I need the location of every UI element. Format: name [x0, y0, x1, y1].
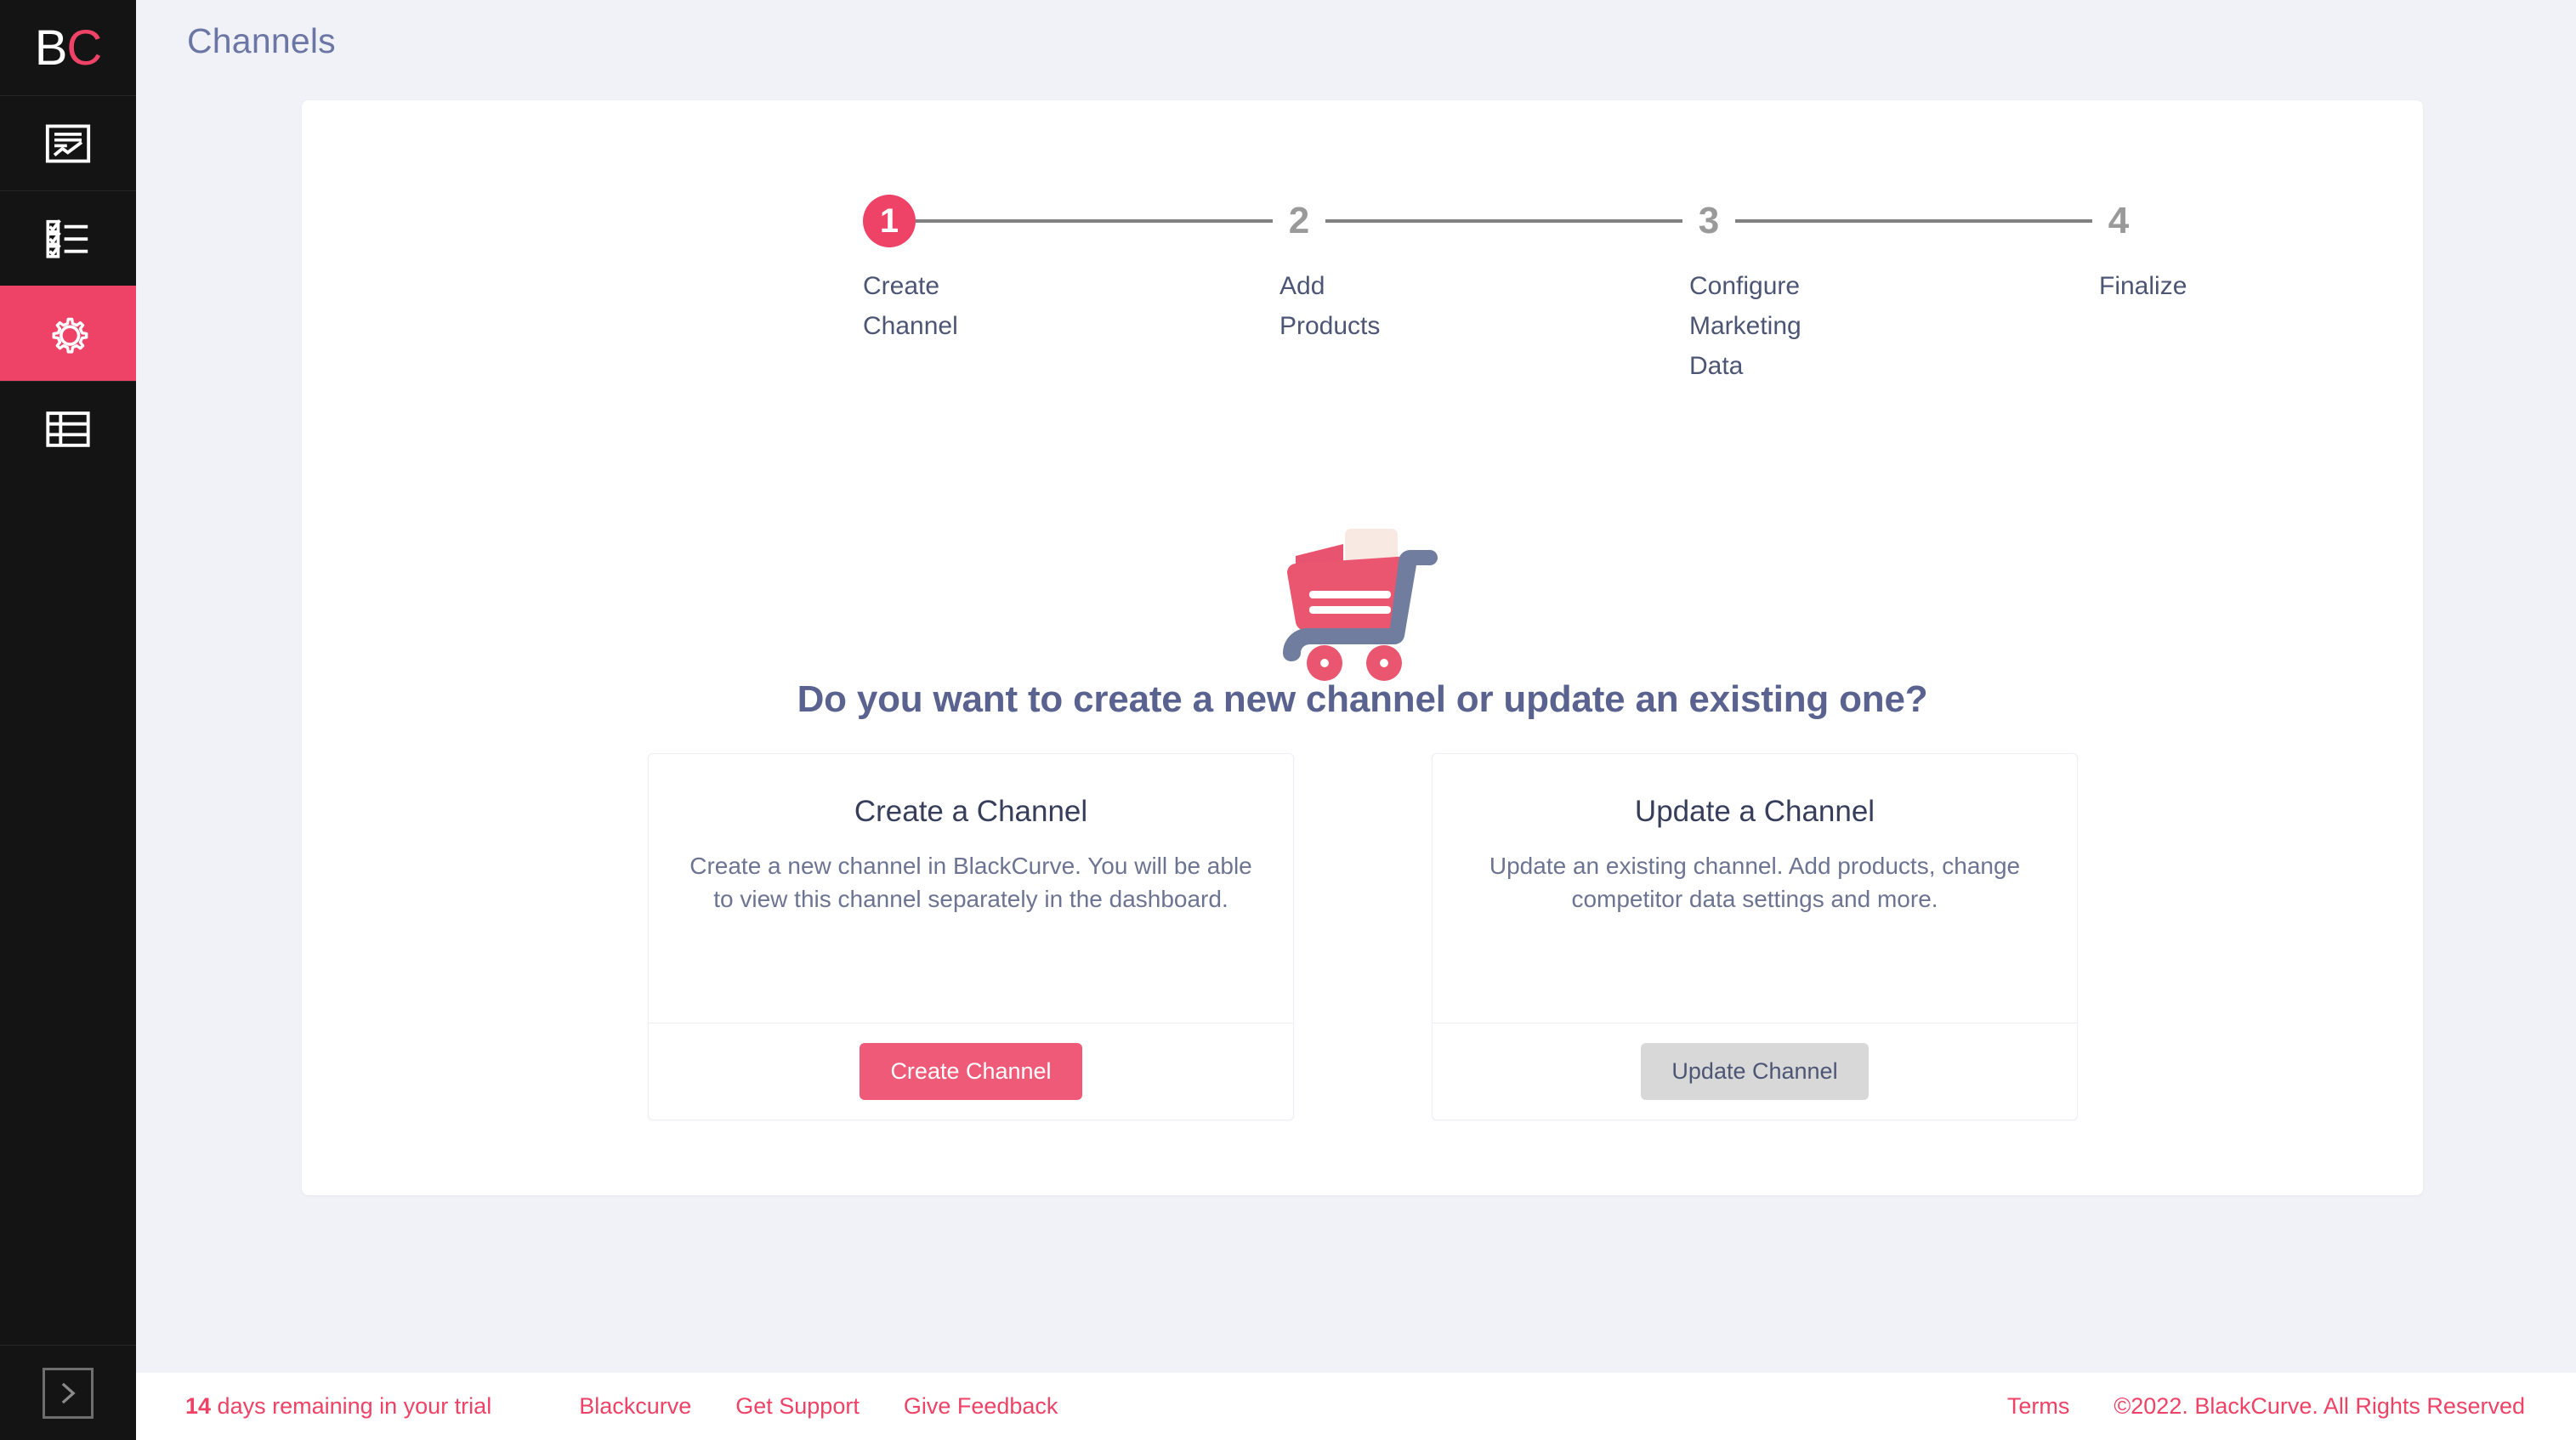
- trial-days: 14: [185, 1393, 212, 1419]
- sidebar-item-tasks[interactable]: [0, 190, 136, 286]
- trial-status: 14 days remaining in your trial: [185, 1393, 491, 1420]
- create-channel-card: Create a Channel Create a new channel in…: [648, 753, 1294, 1120]
- step-1-number: 1: [863, 195, 916, 247]
- checklist-icon: [43, 214, 93, 264]
- step-connector-2: [1325, 219, 1682, 223]
- chevron-right-icon: [43, 1367, 94, 1419]
- step-3-number: 3: [1698, 200, 1720, 241]
- step-1[interactable]: 1 Create Channel: [863, 190, 1273, 346]
- update-channel-button[interactable]: Update Channel: [1641, 1043, 1869, 1100]
- footer-link-terms[interactable]: Terms: [2007, 1393, 2070, 1420]
- step-4-row: 4: [2092, 190, 2227, 252]
- step-2-row: 2: [1273, 190, 1682, 252]
- option-cards: Create a Channel Create a new channel in…: [648, 753, 2078, 1120]
- sidebar: BC: [0, 0, 136, 1440]
- create-channel-title: Create a Channel: [854, 795, 1088, 828]
- step-4[interactable]: 4 Finalize: [2092, 190, 2227, 306]
- update-channel-card-footer: Update Channel: [1433, 1023, 2077, 1120]
- logo-letter-b: B: [34, 20, 68, 76]
- step-3-label: Configure Marketing Data: [1689, 272, 1801, 380]
- step-4-number: 4: [2108, 200, 2130, 241]
- gear-icon: [42, 308, 94, 360]
- step-connector-1: [916, 219, 1273, 223]
- create-channel-button[interactable]: Create Channel: [860, 1043, 1082, 1100]
- trial-text: days remaining in your trial: [211, 1393, 492, 1419]
- wizard-stepper: 1 Create Channel 2 Add Products 3 Config…: [863, 190, 2308, 386]
- report-chart-icon: [43, 119, 93, 168]
- create-channel-description: Create a new channel in BlackCurve. You …: [689, 853, 1252, 912]
- shopping-cart-illustration: [1272, 517, 1454, 688]
- main-panel: 1 Create Channel 2 Add Products 3 Config…: [302, 100, 2423, 1195]
- step-2[interactable]: 2 Add Products: [1273, 190, 1682, 346]
- step-1-row: 1: [863, 190, 1273, 252]
- main-question: Do you want to create a new channel or u…: [797, 678, 1928, 720]
- step-2-number: 2: [1288, 200, 1310, 241]
- sidebar-item-settings[interactable]: [0, 286, 136, 381]
- page-header: Channels: [136, 0, 2576, 82]
- update-channel-title: Update a Channel: [1634, 795, 1875, 828]
- app-root: BC Channels 1 Create Channel 2 Add Produ…: [0, 0, 2576, 1440]
- footer-copyright: ©2022. BlackCurve. All Rights Reserved: [2114, 1393, 2525, 1419]
- sidebar-expand-button[interactable]: [0, 1345, 136, 1440]
- table-grid-icon: [43, 405, 93, 454]
- footer-link-blackcurve[interactable]: Blackcurve: [579, 1393, 691, 1420]
- app-logo[interactable]: BC: [0, 0, 136, 95]
- step-connector-3: [1735, 219, 2092, 223]
- update-channel-card: Update a Channel Update an existing chan…: [1432, 753, 2078, 1120]
- footer-right-group: Terms ©2022. BlackCurve. All Rights Rese…: [1963, 1393, 2525, 1420]
- step-2-label: Add Products: [1279, 272, 1381, 340]
- footer-left-group: 14 days remaining in your trial Blackcur…: [185, 1393, 1102, 1420]
- update-channel-description: Update an existing channel. Add products…: [1489, 853, 2021, 912]
- sidebar-item-data-table[interactable]: [0, 381, 136, 476]
- create-channel-card-body: Create a Channel Create a new channel in…: [649, 754, 1293, 1023]
- update-channel-card-body: Update a Channel Update an existing chan…: [1433, 754, 2077, 1023]
- sidebar-item-reports[interactable]: [0, 95, 136, 190]
- footer-link-get-support[interactable]: Get Support: [735, 1393, 860, 1420]
- step-3[interactable]: 3 Configure Marketing Data: [1682, 190, 2092, 386]
- create-channel-card-footer: Create Channel: [649, 1023, 1293, 1120]
- step-1-label: Create Channel: [863, 272, 958, 340]
- footer-link-give-feedback[interactable]: Give Feedback: [904, 1393, 1058, 1420]
- page-footer: 14 days remaining in your trial Blackcur…: [136, 1373, 2576, 1440]
- step-3-row: 3: [1682, 190, 2092, 252]
- step-4-label: Finalize: [2099, 272, 2187, 300]
- logo-letter-c: C: [66, 20, 102, 76]
- illustration-wrapper: [302, 517, 2423, 688]
- page-title: Channels: [187, 20, 336, 60]
